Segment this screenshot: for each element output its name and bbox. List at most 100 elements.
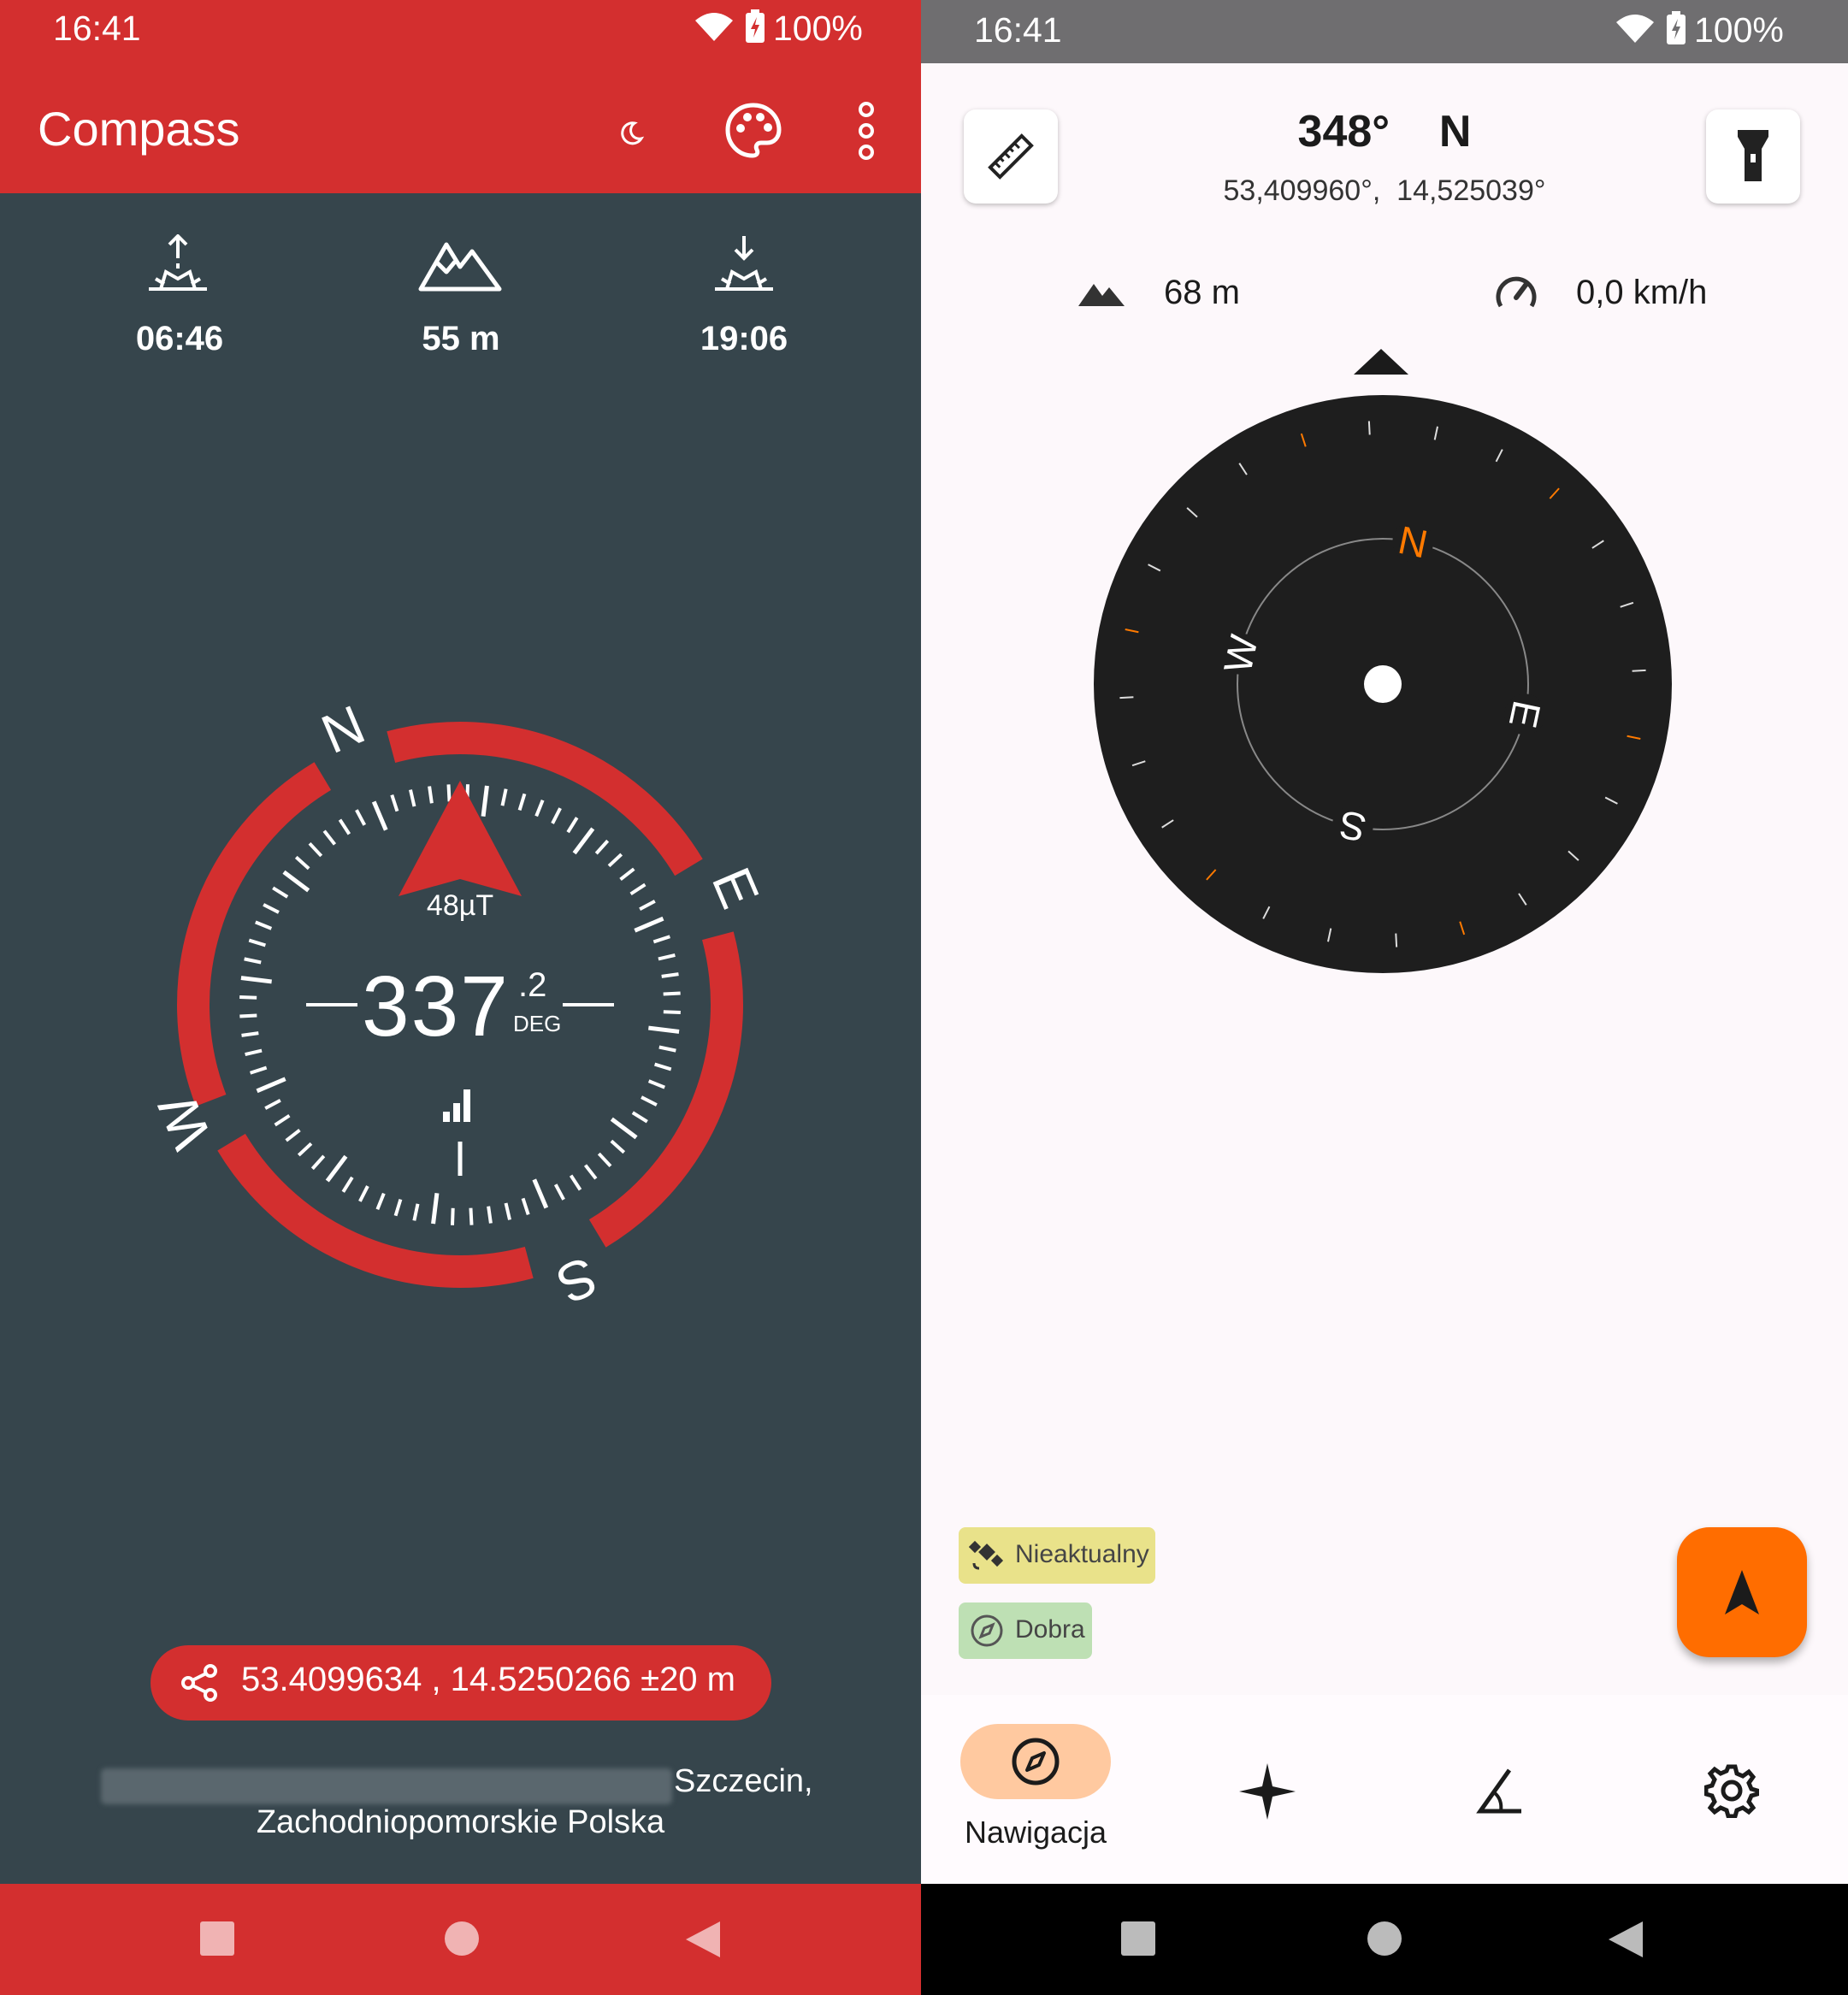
- cardinal-n: N: [313, 694, 374, 765]
- dial-tick: [274, 1113, 291, 1127]
- dial-tick: [355, 809, 367, 826]
- compass-rose-graphic: NESW: [1094, 395, 1672, 973]
- dial-tick: [325, 1154, 348, 1183]
- system-nav-bar: [921, 1884, 1848, 1995]
- compass-rose: NESW: [1092, 393, 1674, 975]
- dial-tick: [322, 829, 337, 846]
- dial-tick: [240, 976, 272, 984]
- mountain-icon: [418, 242, 502, 292]
- gps-status-chip[interactable]: Nieaktualny: [959, 1527, 1155, 1584]
- recents-button[interactable]: [200, 1921, 234, 1956]
- home-button[interactable]: [1367, 1921, 1402, 1956]
- sunset-icon: [715, 236, 773, 291]
- more-vert-icon[interactable]: [853, 101, 879, 161]
- app-title: Compass: [38, 102, 240, 156]
- wifi-icon: [695, 13, 733, 41]
- nav-item-navigation[interactable]: [960, 1724, 1111, 1799]
- compass-small-icon: [971, 1614, 1003, 1647]
- heading-value: 337: [362, 959, 510, 1054]
- dial-tick: [517, 793, 527, 811]
- altitude-value: 68 m: [1164, 274, 1240, 311]
- angle-icon[interactable]: [1475, 1767, 1523, 1815]
- cardinal-s: S: [548, 1245, 605, 1316]
- address-city: Szczecin,: [674, 1763, 813, 1799]
- dial-tick: [256, 1077, 286, 1094]
- sunrise-time: 06:46: [135, 320, 224, 357]
- dial-tick: [1367, 421, 1371, 435]
- dial-tick: [500, 788, 508, 806]
- dial-tick: [634, 916, 664, 933]
- dial-tick: [446, 784, 452, 802]
- dial-tick: [241, 1031, 259, 1037]
- navigation-arrow-icon: [1725, 1570, 1759, 1614]
- dial-tick: [263, 903, 280, 914]
- dial-tick: [282, 870, 310, 893]
- dial-tick: [487, 1206, 493, 1224]
- palette-icon[interactable]: [723, 101, 783, 161]
- dial-tick: [569, 1174, 582, 1191]
- flashlight-icon: [1738, 130, 1768, 181]
- compass-app-screen: 16:41 100% Compass 06:46 55 m 19:06 N E …: [0, 0, 921, 1995]
- dial-tick: [393, 1199, 403, 1217]
- status-bar: 16:41 100%: [921, 0, 1848, 63]
- altitude-icon: [1078, 284, 1125, 306]
- speed-value: 0,0 km/h: [1576, 274, 1708, 311]
- dial-tick: [248, 938, 266, 947]
- wifi-icon: [1616, 15, 1654, 43]
- dial-tick: [629, 882, 647, 896]
- back-button[interactable]: [1607, 1920, 1644, 1959]
- dial-tick: [610, 1117, 638, 1140]
- back-button[interactable]: [684, 1920, 722, 1959]
- heading-decimal: .2: [518, 966, 547, 1004]
- dial-tick: [375, 1192, 386, 1210]
- dial-tick: [572, 827, 595, 855]
- dial-tick: [532, 1178, 549, 1209]
- dial-tick: [1632, 669, 1646, 672]
- dial-tick: [409, 789, 416, 807]
- heading-degrees: 348°: [1297, 107, 1390, 156]
- dial-tick: [297, 1142, 313, 1157]
- dial-tick: [521, 1197, 530, 1215]
- settings-icon[interactable]: [1704, 1763, 1759, 1818]
- compass-accuracy-label: Dobra: [1015, 1615, 1085, 1644]
- dial-tick: [504, 1202, 511, 1220]
- nav-label-navigation: Nawigacja: [964, 1815, 1107, 1850]
- navigate-fab[interactable]: [1677, 1527, 1807, 1657]
- status-time: 16:41: [974, 10, 1062, 50]
- dial-tick: [371, 800, 388, 831]
- recents-button[interactable]: [1121, 1921, 1155, 1956]
- bottom-navigation: Nawigacja: [921, 1695, 1848, 1883]
- sunset-time: 19:06: [700, 320, 788, 357]
- altitude-value: 55 m: [422, 320, 500, 357]
- dial-tick: [648, 1025, 680, 1034]
- speedometer-icon: [1496, 276, 1537, 308]
- dial-tick: [250, 1065, 268, 1075]
- dial-tick: [661, 972, 679, 978]
- dial-tick: [534, 800, 545, 817]
- home-button[interactable]: [445, 1921, 479, 1956]
- battery-percent: 100%: [1694, 10, 1784, 50]
- dial-tick: [594, 839, 610, 855]
- share-location-button[interactable]: 53.4099634 , 14.5250266 ±20 m: [151, 1645, 771, 1721]
- dial-tick: [639, 900, 656, 912]
- dial-tick: [308, 841, 323, 858]
- dial-tick: [610, 1139, 626, 1154]
- dial-tick: [658, 1045, 676, 1053]
- navigation-app-screen: 16:41 100% 348° N 53,409960°, 14,525039°…: [921, 0, 1848, 1995]
- dial-tick: [294, 855, 310, 871]
- magnetic-field-strength: 48µT: [426, 889, 494, 922]
- star-icon[interactable]: [1237, 1762, 1297, 1821]
- redacted-street: [101, 1768, 672, 1804]
- system-nav-bar: [0, 1884, 921, 1995]
- satellite-icon: [969, 1540, 1004, 1570]
- dial-tick: [239, 1013, 257, 1018]
- battery-percent: 100%: [773, 9, 863, 48]
- dial-tick: [654, 1062, 672, 1071]
- compass-accuracy-chip[interactable]: Dobra: [959, 1602, 1092, 1659]
- dial-tick: [607, 853, 623, 868]
- flashlight-button[interactable]: [1706, 109, 1800, 204]
- moon-icon[interactable]: [616, 116, 647, 147]
- heading-direction: N: [1438, 107, 1472, 156]
- compass-icon: [1012, 1738, 1060, 1785]
- dial-tick: [272, 886, 289, 899]
